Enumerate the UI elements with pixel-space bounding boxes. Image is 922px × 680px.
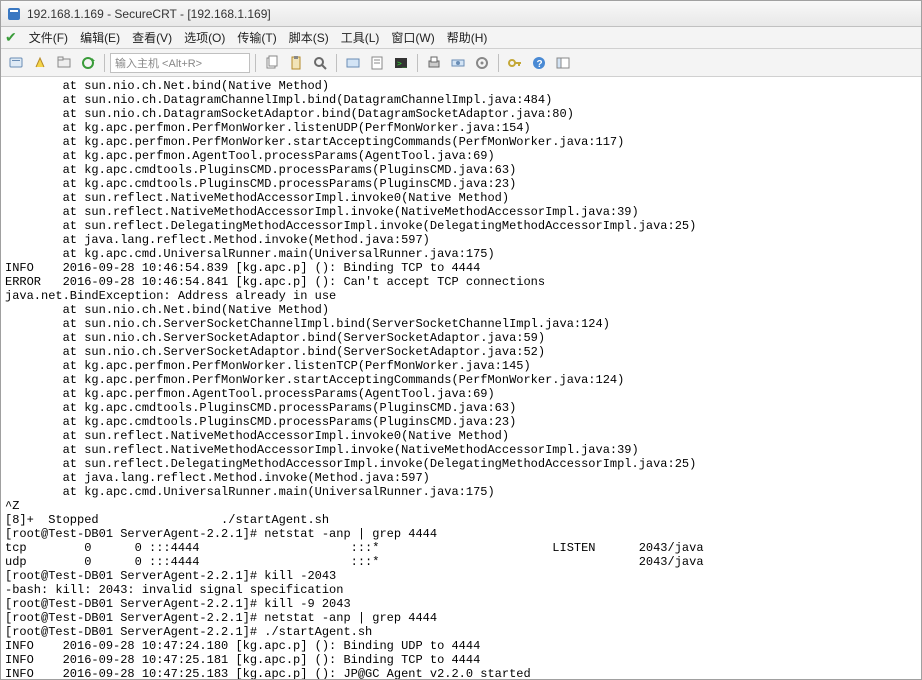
toolbar-separator bbox=[336, 54, 337, 72]
svg-text:>_: >_ bbox=[397, 59, 407, 68]
print-icon[interactable] bbox=[423, 52, 445, 74]
properties-icon[interactable] bbox=[447, 52, 469, 74]
quick-connect-icon[interactable] bbox=[29, 52, 51, 74]
key-icon[interactable] bbox=[504, 52, 526, 74]
find-icon[interactable] bbox=[309, 52, 331, 74]
session-options-icon[interactable] bbox=[342, 52, 364, 74]
host-placeholder: 输入主机 <Alt+R> bbox=[115, 55, 202, 71]
menu-edit[interactable]: 编辑(E) bbox=[74, 29, 126, 46]
menu-script[interactable]: 脚本(S) bbox=[283, 29, 335, 46]
settings-icon[interactable] bbox=[471, 52, 493, 74]
menu-window[interactable]: 窗口(W) bbox=[385, 29, 440, 46]
app-icon bbox=[7, 6, 21, 21]
window-title: 192.168.1.169 - SecureCRT - [192.168.1.1… bbox=[27, 7, 915, 21]
menu-tools[interactable]: 工具(L) bbox=[335, 29, 386, 46]
toolbar-separator bbox=[498, 54, 499, 72]
menu-view[interactable]: 查看(V) bbox=[126, 29, 178, 46]
terminal-output[interactable]: at sun.nio.ch.Net.bind(Native Method) at… bbox=[1, 77, 921, 679]
terminal-icon[interactable]: >_ bbox=[390, 52, 412, 74]
menu-transfer[interactable]: 传输(T) bbox=[231, 29, 282, 46]
menu-options[interactable]: 选项(O) bbox=[178, 29, 231, 46]
help-icon[interactable]: ? bbox=[528, 52, 550, 74]
toolbar: 输入主机 <Alt+R> >_ ? bbox=[1, 49, 921, 77]
titlebar: 192.168.1.169 - SecureCRT - [192.168.1.1… bbox=[1, 1, 921, 27]
toolbar-separator bbox=[417, 54, 418, 72]
toolbar-separator bbox=[104, 54, 105, 72]
connect-in-tab-icon[interactable] bbox=[53, 52, 75, 74]
svg-text:?: ? bbox=[537, 59, 543, 70]
check-icon: ✔ bbox=[5, 29, 17, 46]
menu-file[interactable]: 文件(F) bbox=[23, 29, 74, 46]
paste-icon[interactable] bbox=[285, 52, 307, 74]
script-icon[interactable] bbox=[366, 52, 388, 74]
menu-help[interactable]: 帮助(H) bbox=[441, 29, 494, 46]
reconnect-icon[interactable] bbox=[77, 52, 99, 74]
copy-icon[interactable] bbox=[261, 52, 283, 74]
menubar: ✔ 文件(F) 编辑(E) 查看(V) 选项(O) 传输(T) 脚本(S) 工具… bbox=[1, 27, 921, 49]
toggle-icon[interactable] bbox=[552, 52, 574, 74]
connect-icon[interactable] bbox=[5, 52, 27, 74]
host-input[interactable]: 输入主机 <Alt+R> bbox=[110, 53, 250, 73]
toolbar-separator bbox=[255, 54, 256, 72]
